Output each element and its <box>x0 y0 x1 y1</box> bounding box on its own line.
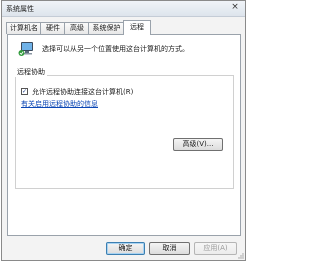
window-title: 系统属性 <box>6 5 34 13</box>
apply-button[interactable]: 应用(A) <box>194 242 237 255</box>
close-icon[interactable]: × <box>228 2 242 13</box>
tab-hardware[interactable]: 硬件 <box>40 22 66 34</box>
cancel-button[interactable]: 取消 <box>149 242 190 255</box>
system-properties-dialog: 系统属性 × 计算机名 硬件 高级 系统保护 远程 选择可以从另一个位置使用这台… <box>1 0 246 261</box>
remote-desktop-icon <box>18 42 33 56</box>
tab-computer-name[interactable]: 计算机名 <box>6 22 42 34</box>
intro-text: 选择可以从另一个位置使用这台计算机的方式。 <box>42 45 189 53</box>
tab-advanced[interactable]: 高级 <box>64 22 90 34</box>
resize-grip-icon[interactable] <box>236 251 244 259</box>
remote-assistance-info-link[interactable]: 有关启用远程协助的信息 <box>21 99 98 109</box>
ok-button[interactable]: 确定 <box>106 242 145 255</box>
allow-remote-assistance-label[interactable]: 允许远程协助连接这台计算机(R) <box>32 87 133 97</box>
title-bar[interactable]: 系统属性 × <box>2 1 245 17</box>
tab-remote[interactable]: 远程 <box>123 20 151 35</box>
allow-remote-assistance-checkbox[interactable]: ✓ <box>21 88 28 95</box>
remote-assistance-heading: 远程协助 <box>15 67 47 77</box>
tab-system-protection[interactable]: 系统保护 <box>88 22 125 34</box>
remote-tab-panel: 选择可以从另一个位置使用这台计算机的方式。 远程协助 ✓ 允许远程协助连接这台计… <box>7 34 241 236</box>
advanced-button[interactable]: 高级(V)... <box>173 138 223 151</box>
